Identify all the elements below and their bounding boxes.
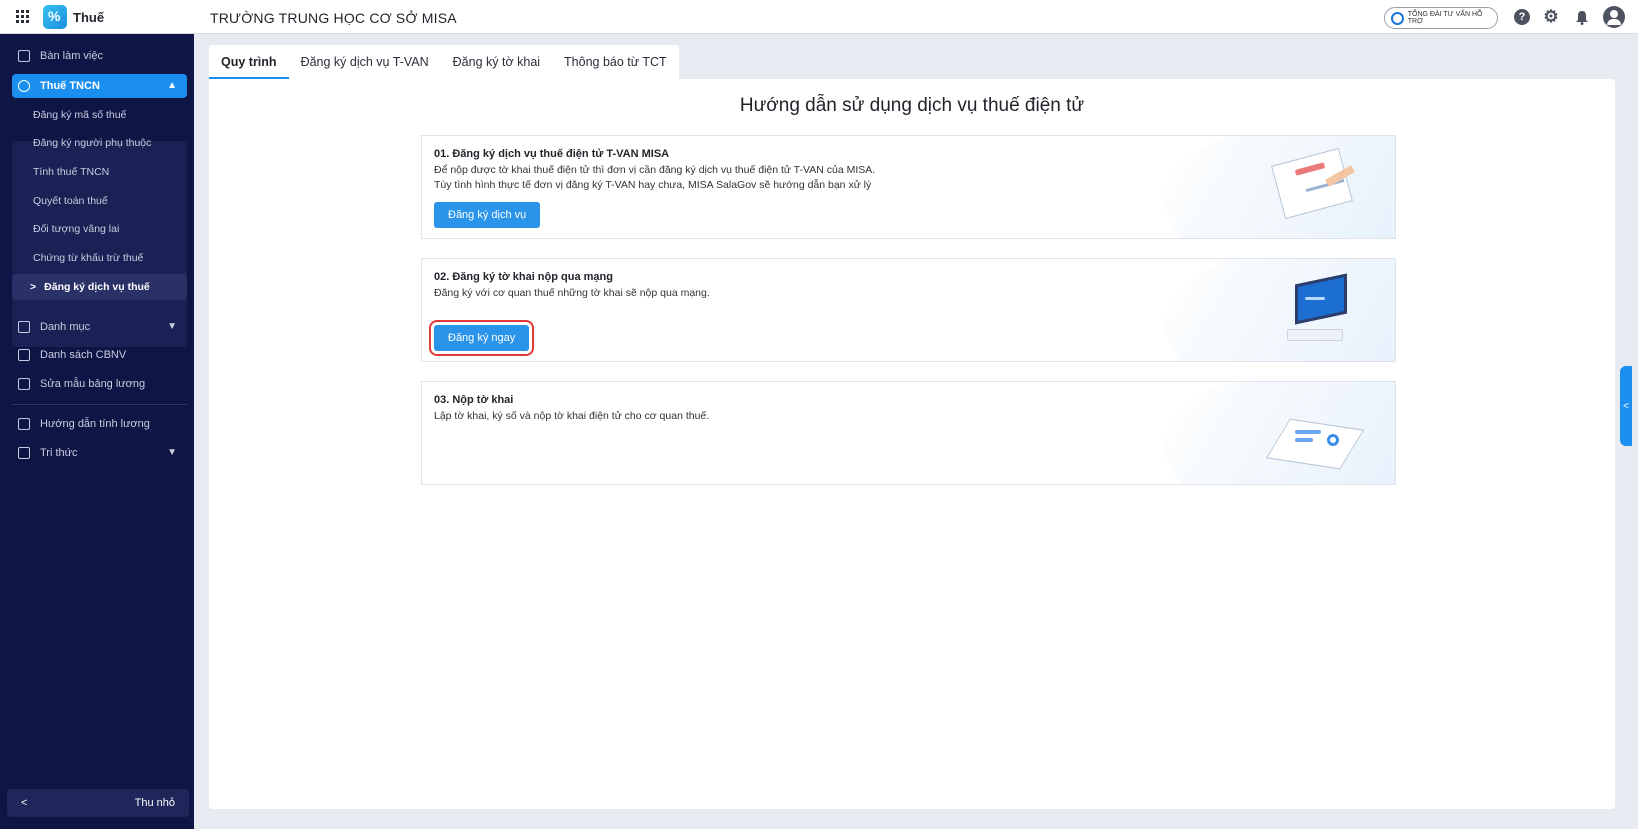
tab-bar: Quy trình Đăng ký dịch vụ T-VAN Đăng ký …	[209, 45, 679, 79]
sidebar-item-label: Sửa mẫu bảng lương	[40, 378, 146, 390]
submenu-dang-ky-ma-so-thue[interactable]: Đăng ký mã số thuế	[33, 109, 126, 121]
tab-thong-bao-tu-tct[interactable]: Thông báo từ TCT	[552, 45, 679, 79]
card-title: 02. Đăng ký tờ khai nộp qua mạng	[434, 271, 613, 283]
support-hotline-button[interactable]: TỔNG ĐÀI TƯ VẤN HỖ TRỢ	[1384, 7, 1498, 29]
contact-card-icon	[18, 349, 30, 361]
sidebar-divider	[12, 404, 187, 405]
sidebar-item-label: Hướng dẫn tính lương	[40, 418, 150, 430]
document-stack-image	[1265, 418, 1365, 470]
tab-dang-ky-to-khai[interactable]: Đăng ký tờ khai	[441, 45, 552, 79]
app-logo[interactable]	[43, 5, 67, 29]
sidebar-item-sua-mau-bang-luong[interactable]: Sửa mẫu bảng lương	[12, 372, 187, 396]
sidebar-item-label: Tri thức	[40, 447, 78, 459]
sidebar-item-thue-tncn[interactable]: Thuế TNCN ▲	[12, 74, 187, 98]
card-title: 01. Đăng ký dịch vụ thuế điện tử T-VAN M…	[434, 148, 670, 160]
support-label: TỔNG ĐÀI TƯ VẤN HỖ TRỢ	[1407, 11, 1483, 25]
gear-icon[interactable]: ⚙	[1543, 7, 1559, 26]
help-icon[interactable]: ?	[1514, 9, 1530, 25]
register-now-button[interactable]: Đăng ký ngay	[428, 320, 535, 356]
tab-quy-trinh[interactable]: Quy trình	[209, 45, 289, 79]
sidebar-item-danh-sach-cbnv[interactable]: Danh sách CBNV	[12, 343, 187, 367]
cube-icon	[18, 447, 30, 459]
main-content: Quy trình Đăng ký dịch vụ T-VAN Đăng ký …	[209, 45, 1615, 809]
step-card-register-service: 01. Đăng ký dịch vụ thuế điện tử T-VAN M…	[421, 135, 1396, 239]
screen-line-shape	[1305, 297, 1325, 300]
chevron-up-icon: ▲	[167, 80, 177, 91]
edit-template-icon	[18, 378, 30, 390]
dashboard-icon	[18, 50, 30, 62]
submenu-dang-ky-dich-vu-thue[interactable]: > Đăng ký dịch vụ thuế	[12, 274, 187, 300]
sidebar-item-ban-lam-viec[interactable]: Bàn làm việc	[12, 44, 187, 68]
chevron-left-icon: <	[21, 797, 28, 809]
top-bar: Thuế TRƯỜNG TRUNG HỌC CƠ SỞ MISA TỔNG ĐÀ…	[0, 0, 1638, 34]
chevron-right-icon: >	[30, 281, 37, 293]
collapse-sidebar-button[interactable]: < Thu nhỏ	[7, 789, 189, 817]
list-icon	[18, 321, 30, 333]
sidebar-item-danh-muc[interactable]: Danh mục ▼	[12, 315, 187, 339]
clipboard-image	[1271, 147, 1353, 220]
submenu-doi-tuong-vang-lai[interactable]: Đối tượng vãng lai	[33, 223, 119, 235]
bell-icon[interactable]	[1574, 9, 1590, 25]
computer-illustration	[1265, 271, 1365, 351]
register-service-button[interactable]: Đăng ký dịch vụ	[434, 202, 541, 228]
chart-bar-shape	[1295, 430, 1321, 434]
sidebar-item-huong-dan-tinh-luong[interactable]: Hướng dẫn tính lương	[12, 412, 187, 436]
keyboard-shape	[1287, 329, 1343, 341]
tab-dang-ky-dich-vu-tvan[interactable]: Đăng ký dịch vụ T-VAN	[289, 45, 441, 79]
guide-icon	[18, 418, 30, 430]
content-panel: Hướng dẫn sử dụng dịch vụ thuế điện tử 0…	[209, 79, 1615, 809]
submenu-dang-ky-nguoi-phu-thuoc[interactable]: Đăng ký người phụ thuộc	[33, 137, 151, 149]
card-title: 03. Nộp tờ khai	[434, 394, 514, 406]
card-description: Lập tờ khai, ký số và nộp tờ khai điện t…	[434, 410, 710, 422]
submenu-tinh-thue-tncn[interactable]: Tính thuế TNCN	[33, 166, 109, 178]
submenu-chung-tu-khau-tru-thue[interactable]: Chứng từ khấu trừ thuế	[33, 252, 143, 264]
card-description: Đăng ký với cơ quan thuế những tờ khai s…	[434, 287, 710, 299]
card-description: Tùy tình hình thực tế đơn vị đăng ký T-V…	[434, 179, 872, 191]
page-title: Hướng dẫn sử dụng dịch vụ thuế điện tử	[739, 95, 1085, 116]
step-card-submit-declaration: 03. Nộp tờ khai Lập tờ khai, ký số và nộ…	[421, 381, 1396, 485]
sidebar-item-label: Danh mục	[40, 321, 91, 333]
collapse-label: Thu nhỏ	[134, 797, 175, 809]
sidebar-item-label: Thuế TNCN	[40, 80, 100, 92]
submenu-quyet-toan-thue[interactable]: Quyết toán thuế	[33, 195, 108, 207]
chevron-down-icon: ▼	[167, 321, 177, 332]
sidebar-item-tri-thuc[interactable]: Tri thức ▼	[12, 441, 187, 465]
organization-name: TRƯỜNG TRUNG HỌC CƠ SỞ MISA	[210, 10, 457, 26]
tax-icon	[18, 80, 30, 92]
user-avatar-icon[interactable]	[1603, 6, 1625, 28]
step-card-register-declaration: 02. Đăng ký tờ khai nộp qua mạng Đăng ký…	[421, 258, 1396, 362]
card-description: Để nộp được tờ khai thuế điện tử thì đơn…	[434, 164, 876, 176]
chart-bar-shape	[1295, 438, 1313, 442]
sidebar-item-label: Danh sách CBNV	[40, 349, 127, 361]
pie-chart-shape	[1327, 434, 1339, 446]
tax-document-illustration	[1265, 147, 1365, 228]
report-documents-illustration	[1265, 394, 1365, 474]
app-grid-icon[interactable]	[16, 10, 29, 23]
sidebar: Bàn làm việc Thuế TNCN ▲ Đăng ký mã số t…	[0, 34, 194, 829]
phone-icon	[1391, 11, 1404, 25]
app-name: Thuế	[73, 10, 105, 25]
side-panel-toggle[interactable]: <	[1620, 366, 1632, 446]
submenu-label: Đăng ký dịch vụ thuế	[44, 281, 150, 293]
sidebar-item-label: Bàn làm việc	[40, 50, 103, 62]
chevron-down-icon: ▼	[167, 447, 177, 458]
